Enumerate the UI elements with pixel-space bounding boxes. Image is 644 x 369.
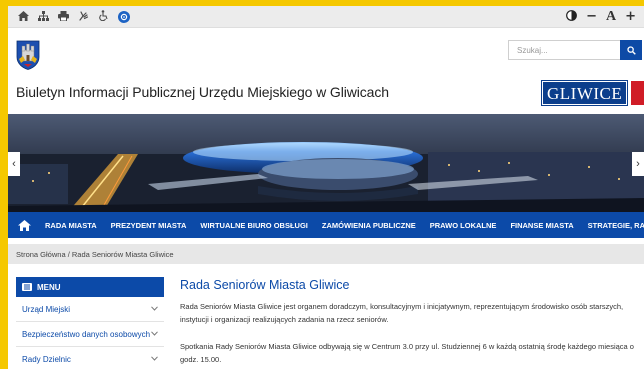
content-paragraph: Spotkania Rady Seniorów Miasta Gliwice o… xyxy=(180,342,634,364)
breadcrumb[interactable]: Strona Główna / Rada Seniorów Miasta Gli… xyxy=(8,244,644,264)
menu-heading-label: MENU xyxy=(37,282,61,292)
chevron-right-icon: › xyxy=(636,158,640,170)
nav-item-wirtualne-biuro[interactable]: WIRTUALNE BIURO OBSŁUGI xyxy=(200,221,308,230)
chevron-down-icon xyxy=(151,330,158,338)
help-icon[interactable] xyxy=(118,10,130,23)
font-decrease-button[interactable]: − xyxy=(586,10,597,23)
font-default-button[interactable]: A xyxy=(606,9,616,24)
nav-item-strategie[interactable]: STRATEGIE, RAPORTY xyxy=(588,221,644,230)
chevron-down-icon xyxy=(151,305,158,313)
sign-language-icon[interactable] xyxy=(78,10,89,23)
nav-home-icon[interactable] xyxy=(18,219,31,231)
content-paragraph: Rada Seniorów Miasta Gliwice jest organe… xyxy=(180,302,624,324)
menu-icon xyxy=(22,283,32,291)
sidebar-item-rady-dzielnic[interactable]: Rady Dzielnic xyxy=(16,347,164,369)
page: − A + Biuletyn Informacji Publicznej Urz… xyxy=(8,6,644,369)
print-icon[interactable] xyxy=(58,10,69,23)
nav-item-rada-miasta[interactable]: RADA MIASTA xyxy=(45,221,97,230)
contrast-icon[interactable] xyxy=(566,9,577,24)
chevron-left-icon: ‹ xyxy=(12,158,16,170)
city-crest-logo[interactable] xyxy=(16,40,40,70)
home-icon[interactable] xyxy=(18,10,29,23)
main-content: Rada Seniorów Miasta Gliwice Rada Senior… xyxy=(180,278,642,369)
sidebar-item-label: Rady Dzielnic xyxy=(22,354,71,364)
accessibility-toolbar: − A + xyxy=(8,6,644,28)
site-title[interactable]: Biuletyn Informacji Publicznej Urzędu Mi… xyxy=(16,84,389,100)
hero-prev-button[interactable]: ‹ xyxy=(8,152,20,176)
gliwice-logo[interactable]: GLIWICE xyxy=(540,80,644,106)
accessibility-icon[interactable] xyxy=(98,10,109,23)
nav-item-finanse[interactable]: FINANSE MIASTA xyxy=(510,221,573,230)
font-increase-button[interactable]: + xyxy=(625,10,636,23)
search-button[interactable] xyxy=(620,40,642,60)
nav-item-prawo-lokalne[interactable]: PRAWO LOKALNE xyxy=(430,221,497,230)
sitemap-icon[interactable] xyxy=(38,10,49,23)
gliwice-logo-text: GLIWICE xyxy=(540,80,629,106)
search-icon xyxy=(626,45,636,55)
sidebar-item-urzad-miejski[interactable]: Urząd Miejski xyxy=(16,297,164,322)
hero-banner: ‹ › xyxy=(8,114,644,212)
hero-next-button[interactable]: › xyxy=(632,152,644,176)
sidebar-menu: MENU Urząd Miejski Bezpieczeństwo danych… xyxy=(16,277,164,369)
menu-heading: MENU xyxy=(16,277,164,297)
search-form xyxy=(508,40,642,60)
sidebar-item-label: Bezpieczeństwo danych osobowych xyxy=(22,329,151,339)
sidebar-item-label: Urząd Miejski xyxy=(22,304,71,314)
hero-image xyxy=(8,114,644,212)
chevron-down-icon xyxy=(151,355,158,363)
nav-item-zamowienia[interactable]: ZAMÓWIENIA PUBLICZNE xyxy=(322,221,416,230)
nav-item-prezydent-miasta[interactable]: PREZYDENT MIASTA xyxy=(111,221,187,230)
page-title: Rada Seniorów Miasta Gliwice xyxy=(180,278,350,292)
search-input[interactable] xyxy=(508,40,620,60)
gliwice-logo-accent xyxy=(631,81,644,105)
sidebar-item-bezpieczenstwo[interactable]: Bezpieczeństwo danych osobowych xyxy=(16,322,164,347)
main-navigation: RADA MIASTA PREZYDENT MIASTA WIRTUALNE B… xyxy=(8,212,644,238)
